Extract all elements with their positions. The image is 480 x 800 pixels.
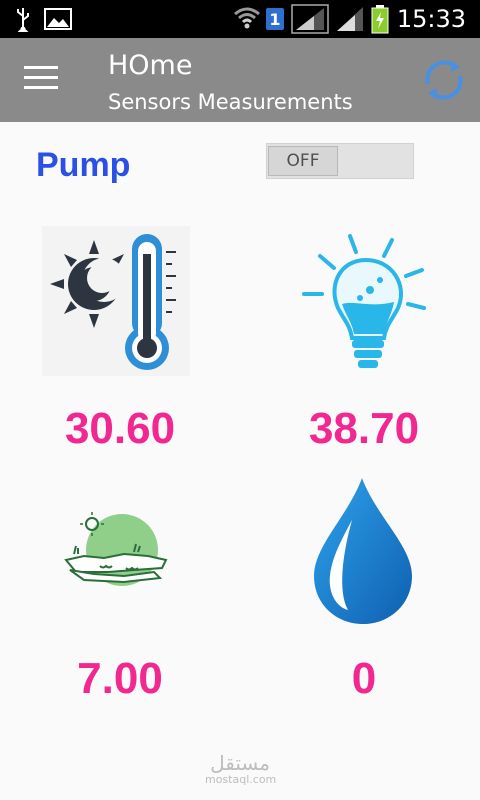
status-time: 15:33 <box>396 5 466 33</box>
sim-badge: 1 <box>269 9 281 29</box>
refresh-button[interactable] <box>418 54 470 106</box>
light-value: 38.70 <box>308 404 420 453</box>
status-bar: 1 15:33 <box>0 0 480 38</box>
pump-toggle[interactable]: OFF <box>266 143 414 179</box>
menu-button[interactable] <box>24 66 58 94</box>
soil-icon <box>64 510 168 590</box>
watermark: مستقل mostaql.com <box>205 751 277 786</box>
app-subtitle: Sensors Measurements <box>108 90 353 114</box>
pump-toggle-state: OFF <box>268 146 338 176</box>
light-bulb-icon <box>300 230 430 380</box>
watermark-text: مستقل <box>210 751 270 775</box>
soil-value: 7.00 <box>77 654 163 703</box>
pump-label: Pump <box>36 146 131 184</box>
app-title: HOme <box>108 50 193 81</box>
water-value: 0 <box>351 654 377 703</box>
signal-icon-2 <box>334 0 366 38</box>
wifi-icon <box>232 0 262 38</box>
watermark-subtext: mostaql.com <box>205 773 277 786</box>
sim-icon: 1 <box>264 0 286 38</box>
app-bar: HOme Sensors Measurements <box>0 38 480 122</box>
menu-icon <box>24 66 58 89</box>
temperature-value: 30.60 <box>64 404 176 453</box>
temperature-icon <box>42 226 190 376</box>
refresh-icon <box>425 60 463 100</box>
battery-charging-icon <box>368 0 392 38</box>
signal-icon <box>290 0 330 38</box>
water-drop-icon <box>308 476 418 626</box>
image-icon <box>42 0 74 38</box>
usb-icon <box>10 0 36 38</box>
